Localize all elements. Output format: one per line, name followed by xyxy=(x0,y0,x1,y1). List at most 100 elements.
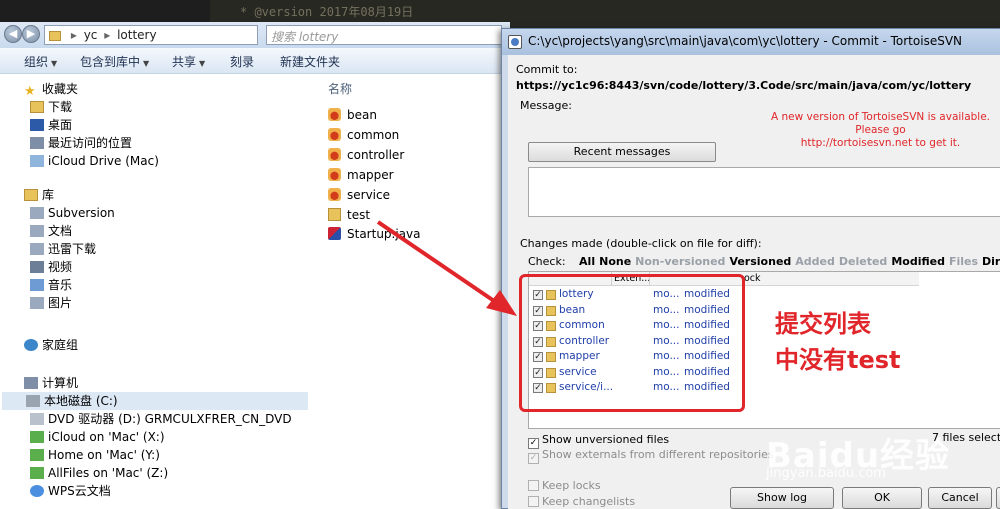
message-label: Message: xyxy=(520,99,572,112)
nav-item-thunder-downloads[interactable]: 迅雷下载 xyxy=(30,240,96,258)
organize-button[interactable]: 组织 ▼ xyxy=(24,53,57,70)
breadcrumb-lottery[interactable]: lottery xyxy=(117,28,157,42)
dvd-drive-icon xyxy=(30,413,44,425)
network-drive-icon xyxy=(30,431,44,443)
code-line: * @version 2017年08月19日 xyxy=(240,5,414,19)
nav-libraries[interactable]: 库 xyxy=(24,186,54,204)
nav-computer[interactable]: 计算机 xyxy=(24,374,78,392)
address-row: ◀ ▶ ▸ yc ▸ lottery 搜索 lottery xyxy=(0,22,510,48)
nav-item-downloads[interactable]: 下载 xyxy=(30,98,72,116)
wps-cloud-icon xyxy=(30,485,44,497)
nav-item-icloud-drive[interactable]: iCloud Drive (Mac) xyxy=(30,152,159,170)
check-label: Check: xyxy=(528,255,566,268)
back-button[interactable]: ◀ xyxy=(4,25,22,43)
nav-item-subversion[interactable]: Subversion xyxy=(30,204,115,222)
cancel-button[interactable]: Cancel xyxy=(928,487,992,509)
check-filter-all[interactable]: All xyxy=(579,255,595,268)
file-list-pane: 名称 bean common controller mapper service… xyxy=(310,74,510,509)
svn-modified-folder-icon xyxy=(328,108,341,121)
navigation-pane: ★ 收藏夹 下载 桌面 最近访问的位置 iCloud Drive (Mac) 库 … xyxy=(0,74,310,509)
recent-places-icon xyxy=(30,137,44,149)
column-header-name[interactable]: 名称 xyxy=(328,80,352,97)
show-log-button[interactable]: Show log xyxy=(730,487,834,509)
svn-modified-folder-icon xyxy=(328,128,341,141)
keep-locks-checkbox[interactable]: Keep locks xyxy=(528,479,601,492)
nav-item-allfiles-z[interactable]: AllFiles on 'Mac' (Z:) xyxy=(30,464,168,482)
file-item-test[interactable]: test xyxy=(328,206,370,224)
burn-button[interactable]: 刻录 xyxy=(230,53,254,70)
annotation-highlight-box xyxy=(519,274,745,412)
commit-to-label: Commit to: xyxy=(516,63,578,76)
check-filter-none[interactable]: None xyxy=(599,255,631,268)
new-folder-button[interactable]: 新建文件夹 xyxy=(280,53,340,70)
desktop-icon xyxy=(30,119,44,131)
check-filter-deleted: Deleted xyxy=(838,255,888,268)
update-notice[interactable]: A new version of TortoiseSVN is availabl… xyxy=(758,111,1000,150)
message-textarea[interactable] xyxy=(528,167,1000,217)
nav-item-icloud-x[interactable]: iCloud on 'Mac' (X:) xyxy=(30,428,165,446)
network-drive-icon xyxy=(30,449,44,461)
check-filter-added: Added xyxy=(795,255,835,268)
music-icon xyxy=(30,279,44,291)
file-item-common[interactable]: common xyxy=(328,126,399,144)
video-icon xyxy=(30,261,44,273)
network-drive-icon xyxy=(30,467,44,479)
check-filter-non-versioned: Non-versioned xyxy=(635,255,726,268)
changes-list[interactable]: Exten... ock ✓ lottery mo... modified ✓ bean m… xyxy=(519,271,1000,429)
watermark-url: jingyan.baidu.com xyxy=(766,466,886,481)
file-item-bean[interactable]: bean xyxy=(328,106,377,124)
search-input[interactable]: 搜索 lottery xyxy=(266,25,502,45)
tortoisesvn-icon xyxy=(508,35,522,49)
file-item-mapper[interactable]: mapper xyxy=(328,166,394,184)
folder-icon xyxy=(328,208,341,221)
show-externals-checkbox[interactable]: ✓ Show externals from different repositor… xyxy=(528,448,774,464)
forward-button[interactable]: ▶ xyxy=(22,25,40,43)
file-item-controller[interactable]: controller xyxy=(328,146,404,164)
file-item-service[interactable]: service xyxy=(328,186,390,204)
commit-url: https://yc1c96:8443/svn/code/lottery/3.C… xyxy=(516,79,972,92)
nav-homegroup[interactable]: 家庭组 xyxy=(24,336,78,354)
explorer-toolbar: 组织 ▼ 包含到库中 ▼ 共享 ▼ 刻录 新建文件夹 xyxy=(0,48,510,74)
nav-item-home-y[interactable]: Home on 'Mac' (Y:) xyxy=(30,446,160,464)
help-button[interactable] xyxy=(996,487,1000,509)
recent-messages-button[interactable]: Recent messages xyxy=(528,142,716,162)
pictures-icon xyxy=(30,297,44,309)
include-in-library-button[interactable]: 包含到库中 ▼ xyxy=(80,53,149,70)
changes-label: Changes made (double-click on file for d… xyxy=(520,237,762,250)
computer-icon xyxy=(24,377,38,389)
nav-item-music[interactable]: 音乐 xyxy=(30,276,72,294)
nav-item-videos[interactable]: 视频 xyxy=(30,258,72,276)
share-button[interactable]: 共享 ▼ xyxy=(172,53,205,70)
documents-icon xyxy=(30,225,44,237)
dialog-title-bar[interactable]: C:\yc\projects\yang\src\main\java\com\yc… xyxy=(502,29,1000,55)
nav-item-pictures[interactable]: 图片 xyxy=(30,294,72,312)
nav-item-local-disk-c[interactable]: 本地磁盘 (C:) xyxy=(2,392,308,410)
check-filter-files: Files xyxy=(948,255,979,268)
breadcrumb-yc[interactable]: yc xyxy=(84,28,98,42)
ok-button[interactable]: OK xyxy=(842,487,922,509)
nav-item-documents[interactable]: 文档 xyxy=(30,222,72,240)
show-unversioned-checkbox[interactable]: ✓ Show unversioned files xyxy=(528,433,669,449)
check-filter-modified[interactable]: Modified xyxy=(891,255,945,268)
breadcrumb-separator: ▸ xyxy=(104,28,111,42)
svn-modified-folder-icon xyxy=(328,168,341,181)
java-file-icon xyxy=(328,227,341,240)
nav-item-dvd-drive[interactable]: DVD 驱动器 (D:) GRMCULXFRER_CN_DVD xyxy=(30,410,292,428)
baidu-watermark: Baidu经验 jingyan.baidu.com xyxy=(766,428,950,481)
address-bar[interactable]: ▸ yc ▸ lottery xyxy=(44,25,258,45)
nav-item-recent[interactable]: 最近访问的位置 xyxy=(30,134,132,152)
check-filter-versioned[interactable]: Versioned xyxy=(729,255,791,268)
nav-item-wps-cloud[interactable]: WPS云文档 xyxy=(30,482,111,500)
folder-icon xyxy=(49,30,61,41)
nav-item-desktop[interactable]: 桌面 xyxy=(30,116,72,134)
column-header-lock[interactable]: ock xyxy=(744,273,761,284)
keep-changelists-checkbox[interactable]: Keep changelists xyxy=(528,495,635,508)
check-filter-directories[interactable]: Directories xyxy=(982,255,1000,268)
nav-favorites[interactable]: ★ 收藏夹 xyxy=(24,80,78,98)
file-item-startup-java[interactable]: Startup.java xyxy=(328,225,421,243)
homegroup-icon xyxy=(24,339,38,351)
library-icon xyxy=(30,243,44,255)
svn-modified-folder-icon xyxy=(328,148,341,161)
library-icon xyxy=(24,189,38,201)
dialog-title: C:\yc\projects\yang\src\main\java\com\yc… xyxy=(528,34,963,48)
